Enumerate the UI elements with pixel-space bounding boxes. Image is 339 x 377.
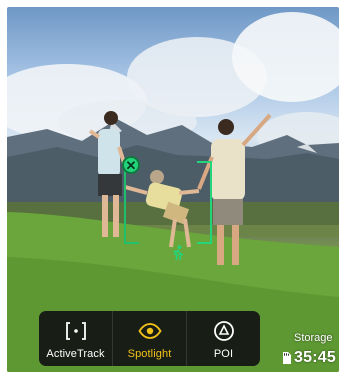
mode-label: Spotlight	[127, 348, 172, 360]
mode-poi[interactable]: POI	[187, 311, 260, 366]
mode-spotlight[interactable]: Spotlight	[113, 311, 187, 366]
mode-activetrack[interactable]: ActiveTrack	[39, 311, 113, 366]
close-icon[interactable]: ✕	[122, 156, 140, 174]
storage-label: Storage	[294, 332, 333, 344]
target-bracket-icon	[62, 320, 90, 342]
sd-card-icon	[283, 352, 291, 364]
mode-label: POI	[213, 348, 234, 360]
mode-selector: ActiveTrack Spotlight POI	[39, 311, 260, 366]
storage-indicator: 35:45	[282, 349, 336, 367]
eye-icon	[136, 320, 164, 342]
mode-label: ActiveTrack	[46, 348, 105, 360]
running-person-icon	[171, 245, 185, 261]
remaining-time: 35:45	[294, 349, 336, 366]
poi-icon	[210, 320, 238, 342]
